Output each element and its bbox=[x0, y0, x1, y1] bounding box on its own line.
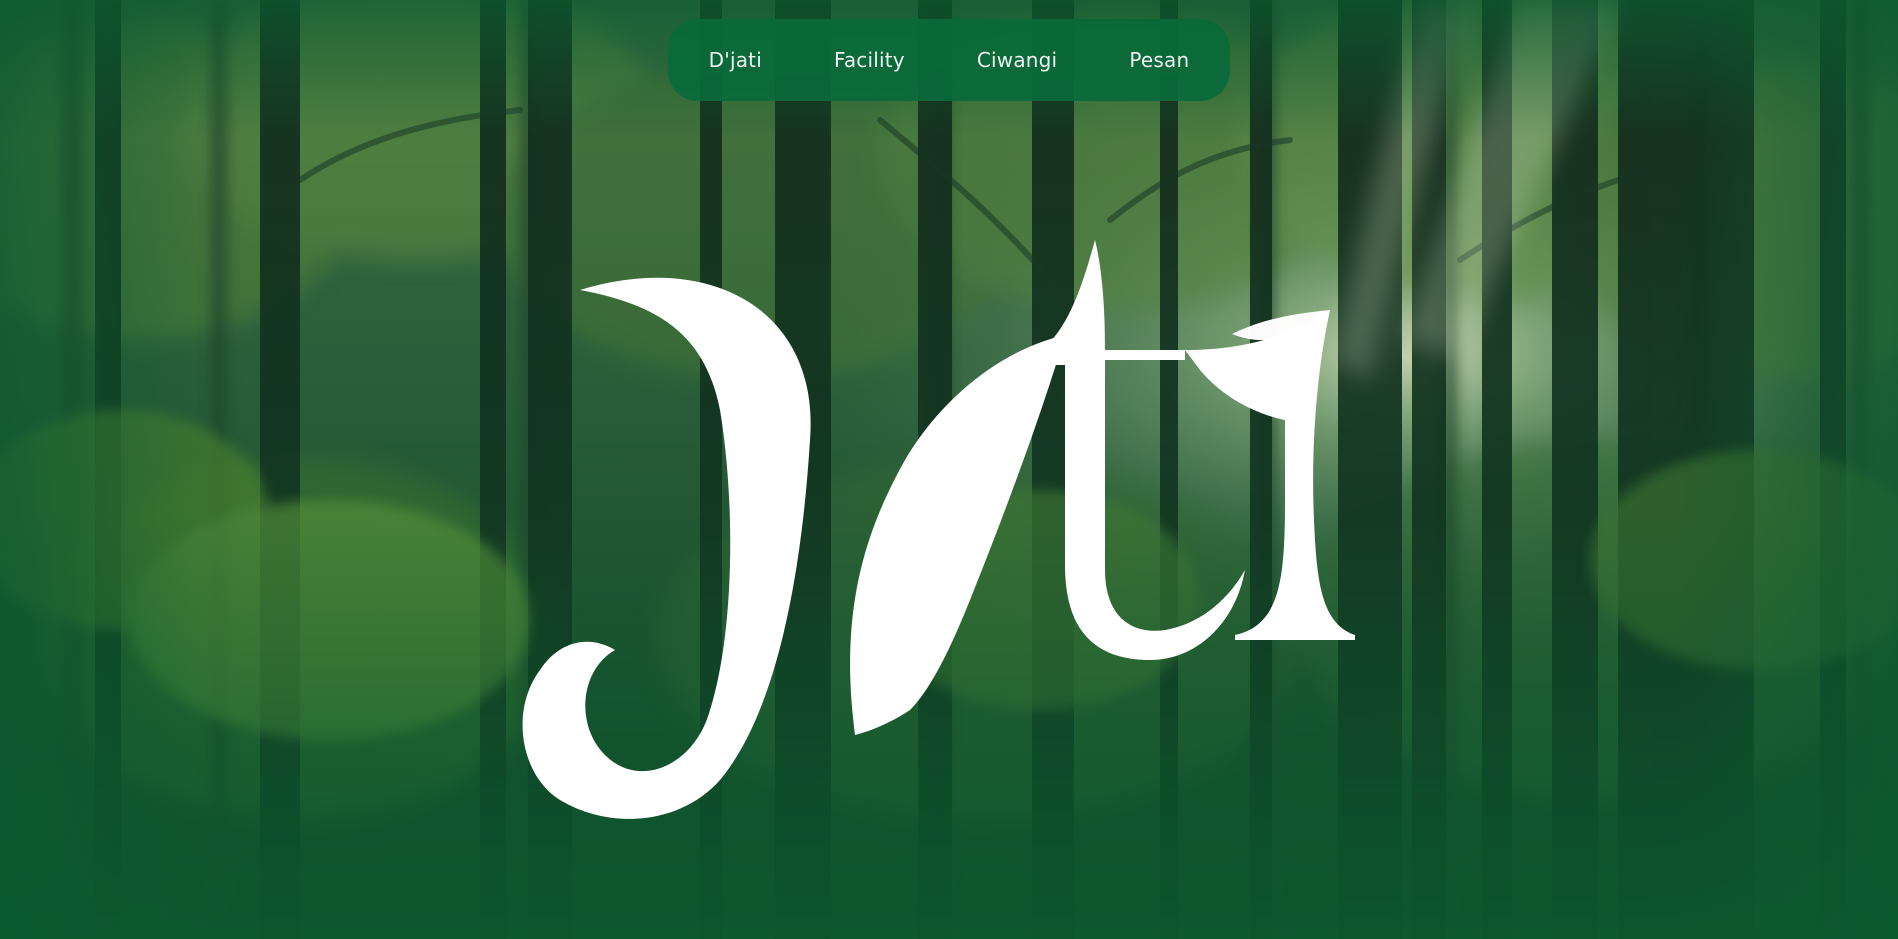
logo-letter-j bbox=[522, 277, 811, 819]
nav-link-facility[interactable]: Facility bbox=[834, 48, 905, 72]
nav-link-ciwangi[interactable]: Ciwangi bbox=[977, 48, 1057, 72]
logo-letter-i bbox=[1185, 310, 1355, 640]
logo-letter-a bbox=[850, 335, 1065, 735]
nav-link-djati[interactable]: D'jati bbox=[709, 48, 762, 72]
hero-section: D'jati Facility Ciwangi Pesan bbox=[0, 0, 1898, 939]
top-navigation: D'jati Facility Ciwangi Pesan bbox=[668, 19, 1230, 101]
jati-logo bbox=[522, 240, 1355, 819]
logo-letter-t bbox=[1035, 240, 1245, 660]
nav-link-pesan[interactable]: Pesan bbox=[1129, 48, 1189, 72]
